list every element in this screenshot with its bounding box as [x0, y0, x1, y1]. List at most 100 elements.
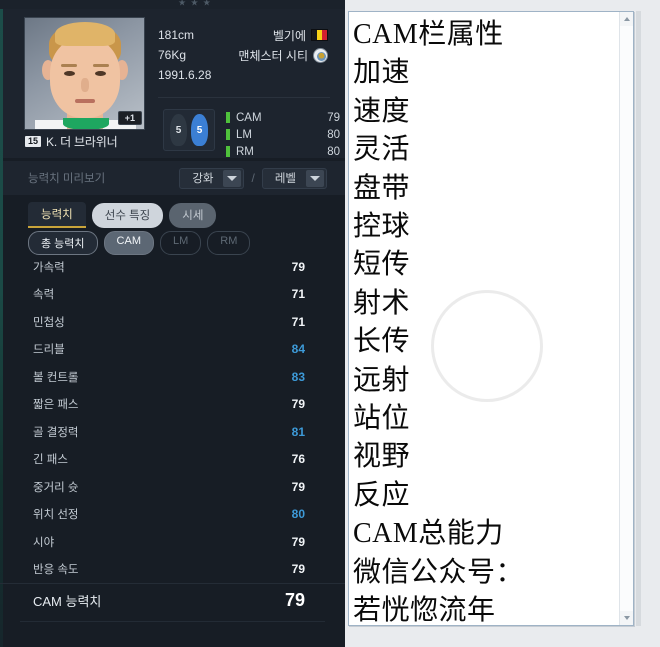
position-row: CAM 79	[226, 110, 340, 125]
player-name-row: 15 K. 더 브라위너	[25, 133, 118, 150]
stat-name: 위치 선정	[33, 509, 79, 522]
ptab-rm[interactable]: RM	[207, 231, 251, 255]
stat-name: 반응 속도	[33, 564, 79, 577]
total-rating-value: 79	[284, 590, 305, 610]
ptab-lm[interactable]: LM	[160, 231, 202, 255]
position-area: 5 5 CAM 79 LM 80 RM 80	[163, 109, 340, 159]
player-header: +1 15 K. 더 브라위너 181cm 벨기에 76Kg 맨체스터 시티 1…	[3, 9, 345, 158]
text-line: CAM栏属性	[353, 19, 504, 50]
stat-value: 79	[291, 479, 305, 494]
player-photo: +1	[24, 17, 145, 130]
weak-foot-rating: 5	[170, 114, 187, 146]
enhance-dropdown-value: 강화	[192, 173, 214, 185]
stat-row: 속력 71	[0, 281, 345, 309]
scrollbar-track[interactable]	[620, 26, 633, 611]
stat-row: 위치 선정 80	[0, 501, 345, 529]
stat-preview-bar: 능력치 미리보기 강화 / 레벨	[3, 161, 345, 195]
tab-abilities[interactable]: 능력치	[28, 202, 86, 228]
belgium-flag-icon	[311, 29, 328, 41]
dropdown-separator: /	[251, 171, 255, 185]
scroll-down-arrow-icon[interactable]	[620, 611, 633, 625]
document-scrollbar[interactable]	[619, 12, 633, 625]
photo-eye-left	[64, 71, 75, 76]
info-row-birthdate: 1991.6.28	[158, 65, 328, 85]
jersey-number: 15	[25, 135, 42, 148]
enhance-dropdown[interactable]: 강화	[179, 167, 245, 189]
stat-name: 민첩성	[33, 316, 65, 329]
ptab-total[interactable]: 총 능력치	[28, 231, 98, 255]
text-editor-window[interactable]: CAM栏属性 加速 速度 灵活 盘带 控球 短传 射术 长传 远射 站位 视野 …	[348, 11, 634, 626]
position-tab-bar: 총 능력치 CAM LM RM	[28, 231, 251, 255]
text-line: 微信公众号：	[353, 556, 525, 588]
screenshot-root: ٭ ٭ ٭ +1 15 K. 더 브라위너 181cm 벨기에 76Kg 맨체스…	[0, 0, 660, 647]
text-line: 盘带	[353, 172, 411, 204]
stat-name: 시야	[33, 536, 55, 549]
position-value: 80	[327, 145, 340, 158]
stat-name: 드리블	[33, 344, 65, 357]
bottom-divider	[20, 621, 325, 622]
strong-foot-rating: 5	[191, 114, 208, 146]
photo-nose	[81, 78, 89, 92]
stat-value: 79	[291, 534, 305, 549]
main-tab-bar: 능력치 선수 특징 시세	[28, 202, 217, 228]
total-rating-row: CAM 능력치 79	[0, 583, 345, 617]
position-bar-icon	[226, 129, 230, 140]
text-line: 射术	[353, 287, 411, 319]
stat-value: 79	[291, 397, 305, 412]
text-line: 加速	[353, 57, 411, 89]
stat-preview-label: 능력치 미리보기	[28, 173, 106, 185]
text-line: 长传	[353, 326, 411, 358]
stat-name: 중거리 슛	[33, 481, 79, 494]
document-panel: CAM栏属性 加速 速度 灵活 盘带 控球 短传 射术 长传 远射 站位 视野 …	[345, 0, 660, 647]
position-value: 80	[327, 128, 340, 141]
stat-name: 볼 컨트롤	[33, 371, 79, 384]
stat-row: 반응 속도 79	[0, 556, 345, 584]
text-line: 视野	[353, 441, 411, 473]
stat-value: 71	[291, 314, 305, 329]
player-nationality-cell: 벨기에	[226, 27, 328, 44]
text-line: 速度	[353, 95, 411, 127]
tab-player-traits[interactable]: 선수 특징	[91, 203, 164, 228]
player-club: 맨체스터 시티	[238, 48, 308, 63]
upgrade-badge: +1	[117, 111, 142, 125]
tab-market-price[interactable]: 시세	[169, 203, 217, 228]
photo-collar	[63, 118, 109, 129]
stat-value: 83	[291, 369, 305, 384]
position-row: LM 80	[226, 127, 340, 142]
photo-mouth	[75, 99, 95, 103]
photo-hair-top	[55, 22, 115, 46]
level-dropdown[interactable]: 레벨	[261, 167, 327, 189]
text-line: 控球	[353, 211, 411, 243]
position-bar-icon	[226, 146, 230, 157]
stat-name: 짧은 패스	[33, 399, 79, 412]
player-club-cell: 맨체스터 시티	[226, 47, 328, 64]
player-name: K. 더 브라위너	[46, 135, 118, 149]
stat-name: 긴 패스	[33, 454, 68, 467]
stat-row: 볼 컨트롤 83	[0, 363, 345, 391]
player-nationality: 벨기에	[272, 28, 306, 43]
stat-value: 80	[291, 507, 305, 522]
text-line: 灵活	[353, 134, 411, 166]
stat-row: 시야 79	[0, 528, 345, 556]
text-line: CAM总能力	[353, 518, 504, 550]
stat-name: 속력	[33, 289, 55, 302]
player-height: 181cm	[158, 28, 195, 42]
level-dropdown-value: 레벨	[274, 173, 296, 185]
stat-name: 골 결정력	[33, 426, 79, 439]
text-editor-body[interactable]: CAM栏属性 加速 速度 灵活 盘带 控球 短传 射术 长传 远射 站位 视野 …	[349, 12, 618, 625]
document-shadow	[636, 11, 641, 626]
scroll-up-arrow-icon[interactable]	[620, 12, 633, 26]
chevron-down-icon	[306, 169, 324, 187]
foot-rating-widget: 5 5	[163, 109, 215, 151]
chevron-down-icon	[223, 169, 242, 187]
header-divider	[158, 97, 330, 98]
ptab-cam[interactable]: CAM	[103, 231, 154, 255]
info-row-weight-club: 76Kg 맨체스터 시티	[158, 45, 328, 65]
stat-value: 79	[291, 259, 305, 274]
stat-row: 짧은 패스 79	[0, 391, 345, 419]
stat-row: 드리블 84	[0, 336, 345, 364]
position-rating-list: CAM 79 LM 80 RM 80	[226, 109, 340, 159]
position-row: RM 80	[226, 144, 340, 159]
stat-value: 79	[291, 562, 305, 577]
text-line: 若恍惚流年	[353, 595, 496, 625]
